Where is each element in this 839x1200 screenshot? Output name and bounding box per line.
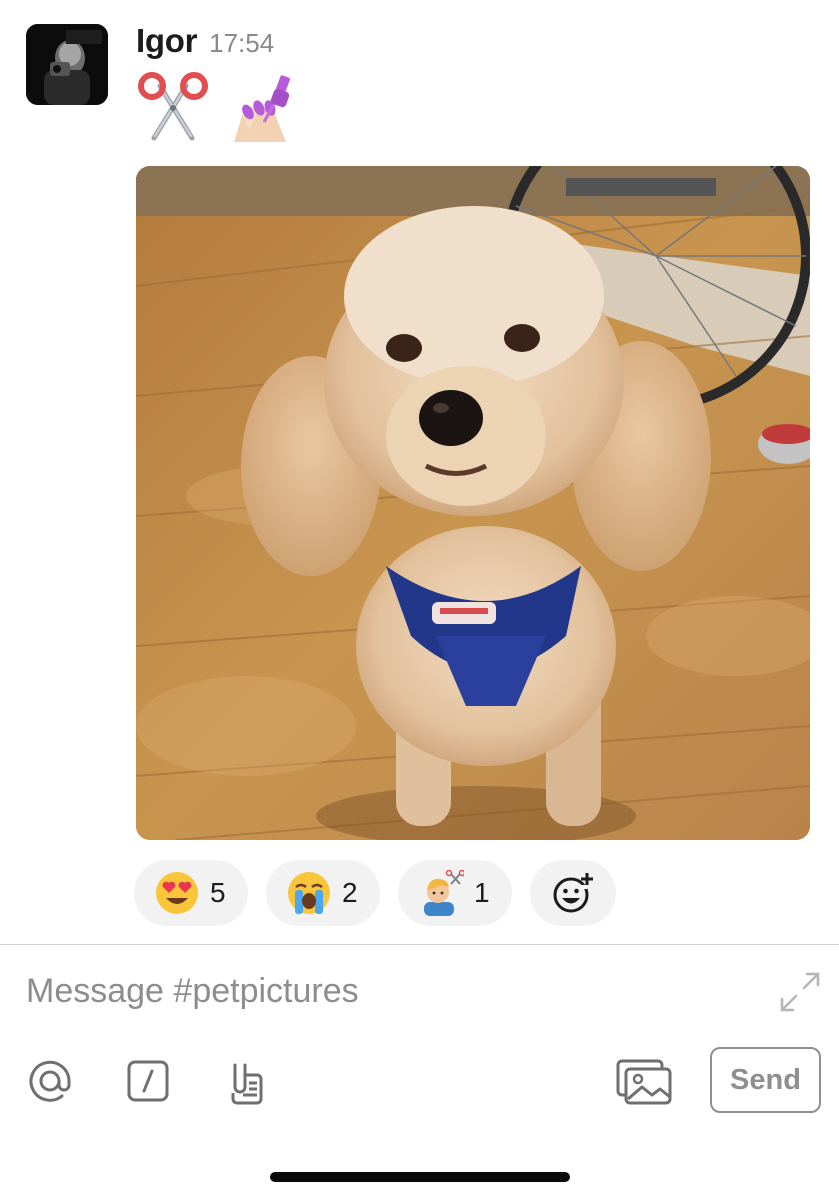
reactions-bar: 5 2 1 [134,860,616,926]
avatar-image [26,24,108,105]
message-input[interactable] [26,966,746,1016]
send-button[interactable]: Send [710,1047,821,1113]
photo-gallery-button[interactable] [616,1056,672,1106]
reaction-count: 5 [210,877,226,908]
nail-polish-emoji [234,75,290,142]
heart-eyes-emoji [156,872,198,914]
slash-command-button[interactable] [123,1056,173,1106]
message-header: Igor 17:54 [136,22,274,66]
loudly-crying-emoji [288,872,330,914]
author-name[interactable]: Igor [136,22,197,60]
reaction-haircut[interactable]: 1 [398,860,512,926]
chat-screen: Igor 17:54 5 2 1 Message #petpictures Se… [0,0,839,1200]
file-attach-icon [231,1063,263,1105]
message-image[interactable] [136,166,810,840]
reaction-crying[interactable]: 2 [266,860,380,926]
add-reaction-button[interactable] [530,860,616,926]
mention-button[interactable] [25,1056,75,1106]
expand-icon[interactable] [778,970,822,1014]
photo-gallery-icon [616,1059,672,1105]
slash-command-icon [127,1060,169,1102]
dog-photo [136,166,810,840]
author-avatar[interactable] [26,24,108,105]
haircut-emoji [424,870,464,916]
scissors-emoji [138,72,208,141]
reaction-heart-eyes[interactable]: 5 [134,860,248,926]
reaction-count: 1 [474,877,490,908]
composer-divider [0,944,839,945]
add-reaction-icon [553,873,593,913]
attach-file-button[interactable] [222,1056,272,1106]
message-emoji-text [136,72,302,146]
home-indicator[interactable] [270,1172,570,1182]
at-icon [29,1060,71,1102]
reaction-count: 2 [342,877,358,908]
message-timestamp: 17:54 [209,28,275,58]
